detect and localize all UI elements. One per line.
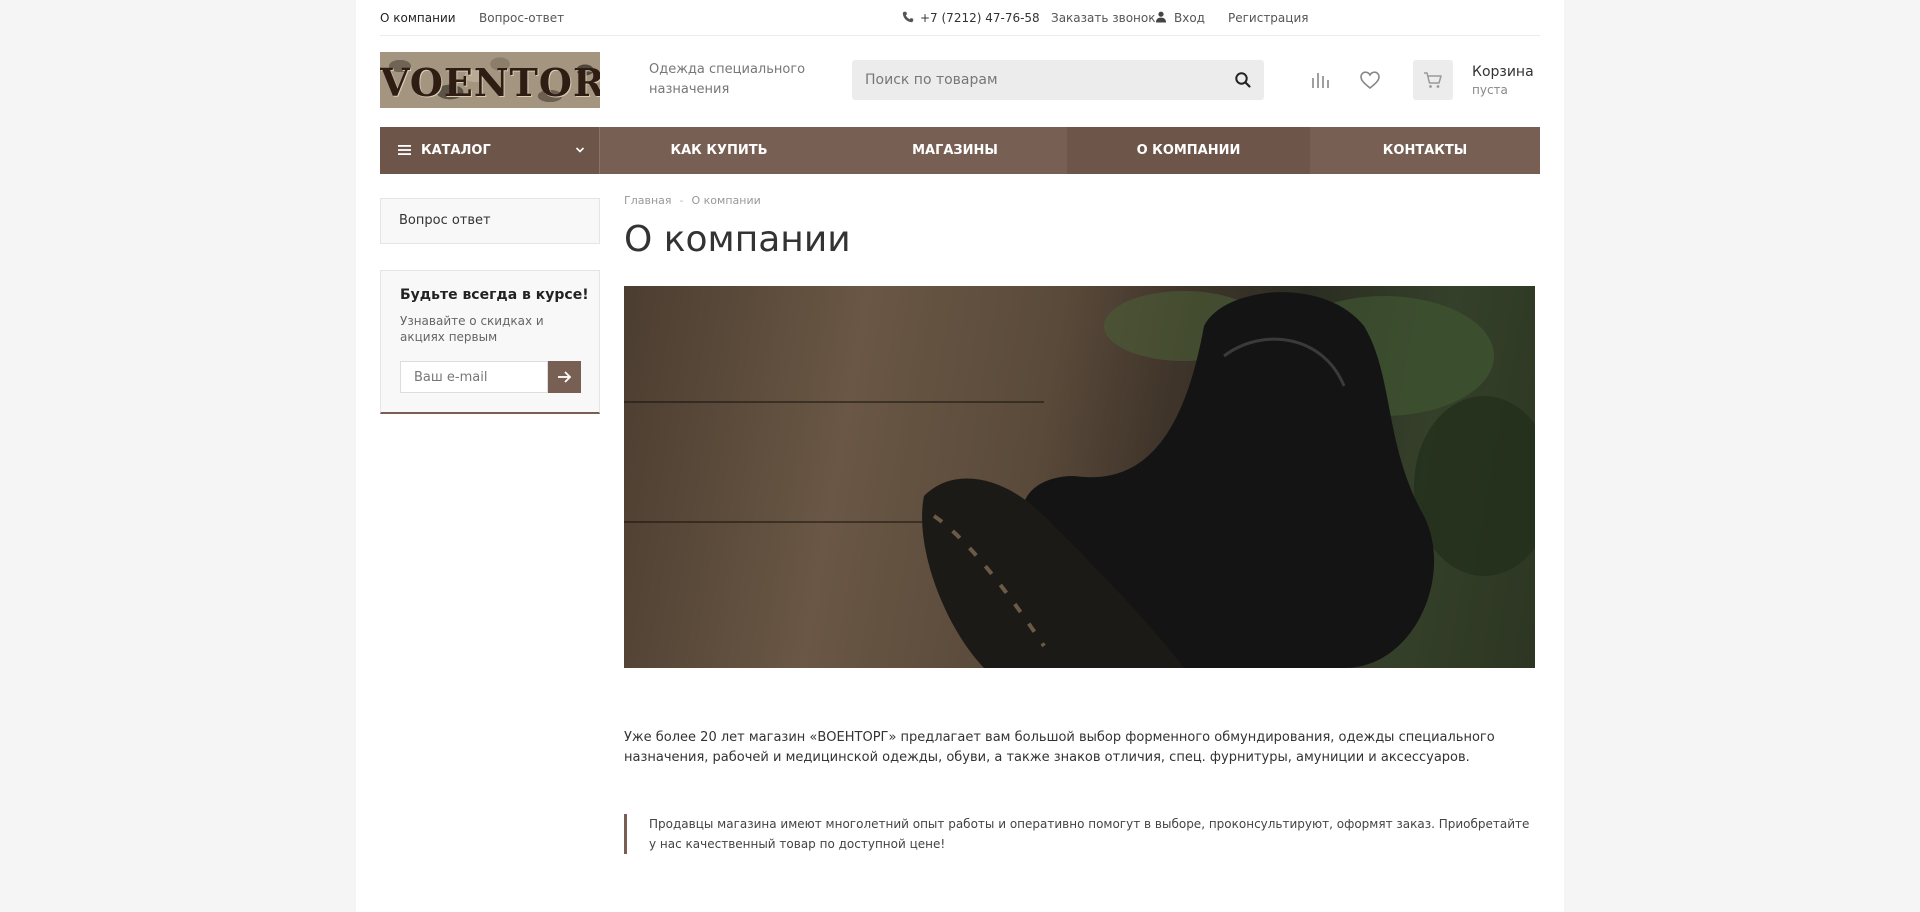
hero-image-boots <box>624 286 1535 668</box>
top-link-about[interactable]: О компании <box>380 11 456 25</box>
logo-text: VOENTORG <box>380 60 600 105</box>
nav-contacts[interactable]: КОНТАКТЫ <box>1310 127 1540 174</box>
subscribe-title: Будьте всегда в курсе! <box>400 287 589 303</box>
search-icon[interactable] <box>1234 71 1252 89</box>
nav-stores[interactable]: МАГАЗИНЫ <box>837 127 1073 174</box>
main-nav: КАТАЛОГ КАК КУПИТЬ МАГАЗИНЫ О КОМПАНИИ К… <box>380 127 1540 174</box>
breadcrumb: Главная - О компании <box>624 194 761 207</box>
cart-title[interactable]: Корзина <box>1472 64 1534 80</box>
search-box <box>852 60 1264 100</box>
register-link[interactable]: Регистрация <box>1228 11 1308 25</box>
subscribe-button[interactable] <box>548 361 581 393</box>
sidebar-item-faq[interactable]: Вопрос ответ <box>380 198 600 244</box>
callback-link[interactable]: Заказать звонок <box>1051 11 1156 25</box>
catalog-menu-button[interactable]: КАТАЛОГ <box>380 127 600 174</box>
compare-icon[interactable] <box>1310 70 1330 90</box>
search-input[interactable] <box>852 60 1222 100</box>
login-link[interactable]: Вход <box>1174 11 1205 25</box>
subscribe-description: Узнавайте о скидках и акциях первым <box>400 314 544 344</box>
cart-icon <box>1424 72 1442 88</box>
top-bar: О компании Вопрос-ответ +7 (7212) 47-76-… <box>380 0 1540 36</box>
breadcrumb-home[interactable]: Главная <box>624 194 672 207</box>
nav-about[interactable]: О КОМПАНИИ <box>1067 127 1310 174</box>
menu-icon <box>398 145 411 155</box>
top-link-faq[interactable]: Вопрос-ответ <box>479 11 564 25</box>
cart-status: пуста <box>1472 83 1508 97</box>
subscribe-box: Будьте всегда в курсе! Узнавайте о скидк… <box>380 270 600 414</box>
site-logo[interactable]: VOENTORG <box>380 52 600 108</box>
quote-block: Продавцы магазина имеют многолетний опыт… <box>624 814 1535 854</box>
page-title: О компании <box>624 219 851 260</box>
page-container: О компании Вопрос-ответ +7 (7212) 47-76-… <box>380 0 1540 912</box>
boots-illustration <box>922 291 1535 668</box>
breadcrumb-current: О компании <box>691 194 761 207</box>
breadcrumb-separator: - <box>679 194 684 207</box>
nav-how-to-buy[interactable]: КАК КУПИТЬ <box>601 127 837 174</box>
cart-button[interactable] <box>1413 60 1453 100</box>
sidebar-item-label: Вопрос ответ <box>399 213 491 228</box>
email-field[interactable] <box>400 361 548 393</box>
catalog-label: КАТАЛОГ <box>421 143 491 158</box>
phone-icon <box>902 11 914 23</box>
user-icon <box>1156 11 1166 23</box>
phone-number[interactable]: +7 (7212) 47-76-58 <box>920 11 1040 25</box>
intro-paragraph: Уже более 20 лет магазин «ВОЕНТОРГ» пред… <box>624 730 1495 765</box>
site-slogan: Одежда специального назначения <box>649 62 806 97</box>
chevron-down-icon <box>575 147 585 153</box>
arrow-right-icon <box>558 371 572 383</box>
heart-icon[interactable] <box>1359 70 1381 90</box>
